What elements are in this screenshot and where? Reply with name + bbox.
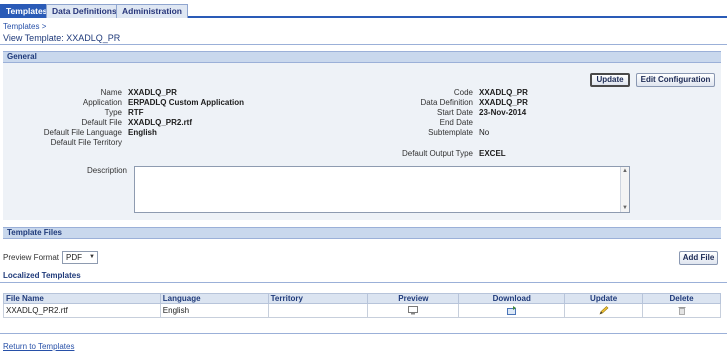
- localized-templates-divider: [0, 282, 727, 283]
- column-header-download: Download: [458, 293, 566, 304]
- application-value: ERPADLQ Custom Application: [128, 98, 244, 107]
- update-button[interactable]: Update: [590, 73, 630, 87]
- default-file-language-label: Default File Language: [43, 128, 122, 137]
- column-header-delete: Delete: [642, 293, 721, 304]
- footer-divider: [0, 333, 727, 334]
- start-date-label: Start Date: [436, 108, 473, 117]
- tab-administration[interactable]: Administration: [116, 4, 188, 18]
- data-definition-label: Data Definition: [420, 98, 473, 107]
- trash-icon[interactable]: [677, 306, 687, 316]
- chevron-down-icon: ▼: [89, 254, 95, 260]
- default-output-type-value: EXCEL: [479, 149, 506, 158]
- download-icon[interactable]: [506, 306, 517, 316]
- tab-bar: Templates Data Definitions Administratio…: [0, 0, 727, 18]
- breadcrumb-templates-link[interactable]: Templates: [3, 22, 39, 31]
- localized-templates-table: File Name Language Territory Preview Dow…: [3, 293, 721, 318]
- column-header-preview: Preview: [367, 293, 460, 304]
- data-definition-value: XXADLQ_PR: [479, 98, 528, 107]
- code-value: XXADLQ_PR: [479, 88, 528, 97]
- general-section-header: General: [3, 51, 721, 63]
- preview-cell: [367, 303, 460, 318]
- default-file-value: XXADLQ_PR2.rtf: [128, 118, 193, 127]
- preview-format-value: PDF: [66, 253, 82, 262]
- preview-icon[interactable]: [408, 306, 419, 315]
- name-value: XXADLQ_PR: [128, 88, 177, 97]
- application-label: Application: [82, 98, 122, 107]
- tab-data-definitions[interactable]: Data Definitions: [46, 4, 123, 18]
- table-header-row: File Name Language Territory Preview Dow…: [3, 293, 721, 304]
- column-header-language: Language: [159, 293, 269, 304]
- start-date-value: 23-Nov-2014: [479, 108, 527, 117]
- column-header-update: Update: [564, 293, 644, 304]
- description-scrollbar[interactable]: ▲ ▼: [620, 167, 629, 212]
- default-file-language-value: English: [128, 128, 157, 137]
- scroll-up-icon[interactable]: ▲: [622, 168, 628, 174]
- column-header-file-name: File Name: [3, 293, 161, 304]
- title-divider: [0, 44, 727, 45]
- subtemplate-label: Subtemplate: [428, 128, 473, 137]
- territory-cell: [267, 303, 369, 318]
- default-file-territory-label: Default File Territory: [50, 138, 122, 147]
- localized-templates-title: Localized Templates: [3, 271, 81, 280]
- template-files-section-header: Template Files: [3, 227, 721, 239]
- default-output-type-label: Default Output Type: [401, 149, 473, 158]
- name-label: Name: [100, 88, 122, 97]
- end-date-label: End Date: [439, 118, 473, 127]
- scroll-down-icon[interactable]: ▼: [622, 205, 628, 211]
- file-name-cell: XXADLQ_PR2.rtf: [3, 303, 161, 318]
- download-cell: [458, 303, 566, 318]
- column-header-territory: Territory: [267, 293, 369, 304]
- pencil-icon[interactable]: [599, 306, 609, 315]
- description-label: Description: [86, 166, 127, 175]
- breadcrumb-separator: >: [41, 22, 47, 31]
- language-cell: English: [159, 303, 269, 318]
- default-file-label: Default File: [81, 118, 122, 127]
- table-row: XXADLQ_PR2.rtf English: [3, 303, 721, 318]
- edit-configuration-button[interactable]: Edit Configuration: [636, 73, 715, 87]
- type-label: Type: [104, 108, 122, 117]
- description-textarea[interactable]: ▲ ▼: [134, 166, 630, 213]
- page-title: View Template: XXADLQ_PR: [3, 33, 121, 43]
- preview-format-label: Preview Format: [3, 253, 60, 262]
- subtemplate-value: No: [479, 128, 490, 137]
- return-to-templates-link[interactable]: Return to Templates: [3, 342, 74, 351]
- update-cell: [564, 303, 644, 318]
- delete-cell: [642, 303, 721, 318]
- type-value: RTF: [128, 108, 144, 117]
- add-file-button[interactable]: Add File: [679, 251, 718, 265]
- breadcrumb: Templates >: [3, 22, 46, 31]
- code-label: Code: [453, 88, 473, 97]
- preview-format-select[interactable]: PDF ▼: [62, 251, 98, 264]
